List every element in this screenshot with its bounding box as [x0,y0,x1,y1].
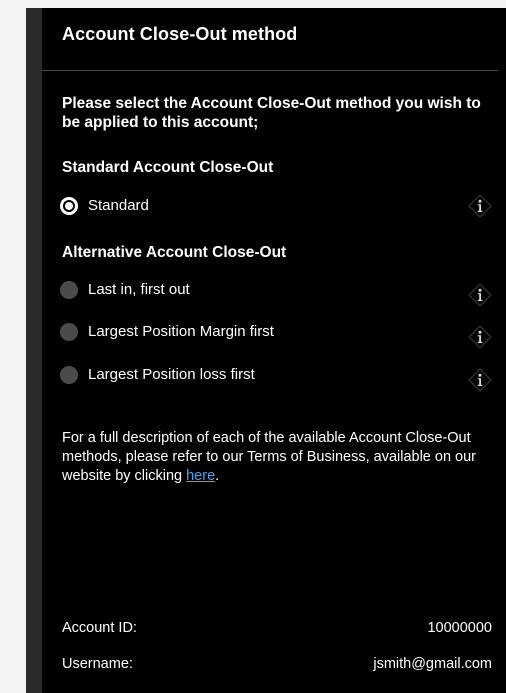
account-id-value: 10000000 [427,620,492,636]
radio-largest-position-margin-first[interactable] [60,323,78,341]
screen: Account Close-Out method Please select t… [0,0,506,693]
option-last-in-first-out[interactable]: Last in, first out [58,278,492,307]
standard-section-label: Standard Account Close-Out [62,159,274,176]
info-icon[interactable] [468,368,492,392]
option-largest-position-loss-first-label: Largest Position loss first [88,366,255,383]
alternative-section-label: Alternative Account Close-Out [62,244,287,261]
option-standard-label: Standard [88,197,149,214]
username-value: jsmith@gmail.com [373,656,492,672]
panel-header: Account Close-Out method [42,8,506,70]
account-footer: Account ID: 10000000 Username: jsmith@gm… [42,580,506,693]
terms-link[interactable]: here [186,468,215,484]
account-id-label: Account ID: [62,620,137,636]
username-row: Username: jsmith@gmail.com [62,656,492,676]
radio-standard[interactable] [60,197,78,215]
left-edge-stripe [26,8,42,693]
close-out-method-panel: Account Close-Out method Please select t… [42,8,506,693]
radio-last-in-first-out[interactable] [60,281,78,299]
username-label: Username: [62,656,133,672]
radio-largest-position-loss-first[interactable] [60,366,78,384]
info-icon[interactable] [468,325,492,349]
panel-title: Account Close-Out method [62,24,298,44]
close-out-description: For a full description of each of the av… [62,429,490,486]
option-standard[interactable]: Standard [58,194,492,218]
info-icon[interactable] [468,194,492,218]
option-last-in-first-out-label: Last in, first out [88,281,190,298]
description-end: . [215,468,220,484]
option-largest-position-loss-first[interactable]: Largest Position loss first [58,363,492,392]
option-largest-position-margin-first-label: Largest Position Margin first [88,323,274,340]
header-divider [42,70,498,71]
info-icon[interactable] [468,283,492,307]
selection-prompt: Please select the Account Close-Out meth… [62,95,481,131]
description-text: For a full description of each of the av… [62,430,477,484]
option-largest-position-margin-first[interactable]: Largest Position Margin first [58,320,492,349]
account-id-row: Account ID: 10000000 [62,620,492,640]
